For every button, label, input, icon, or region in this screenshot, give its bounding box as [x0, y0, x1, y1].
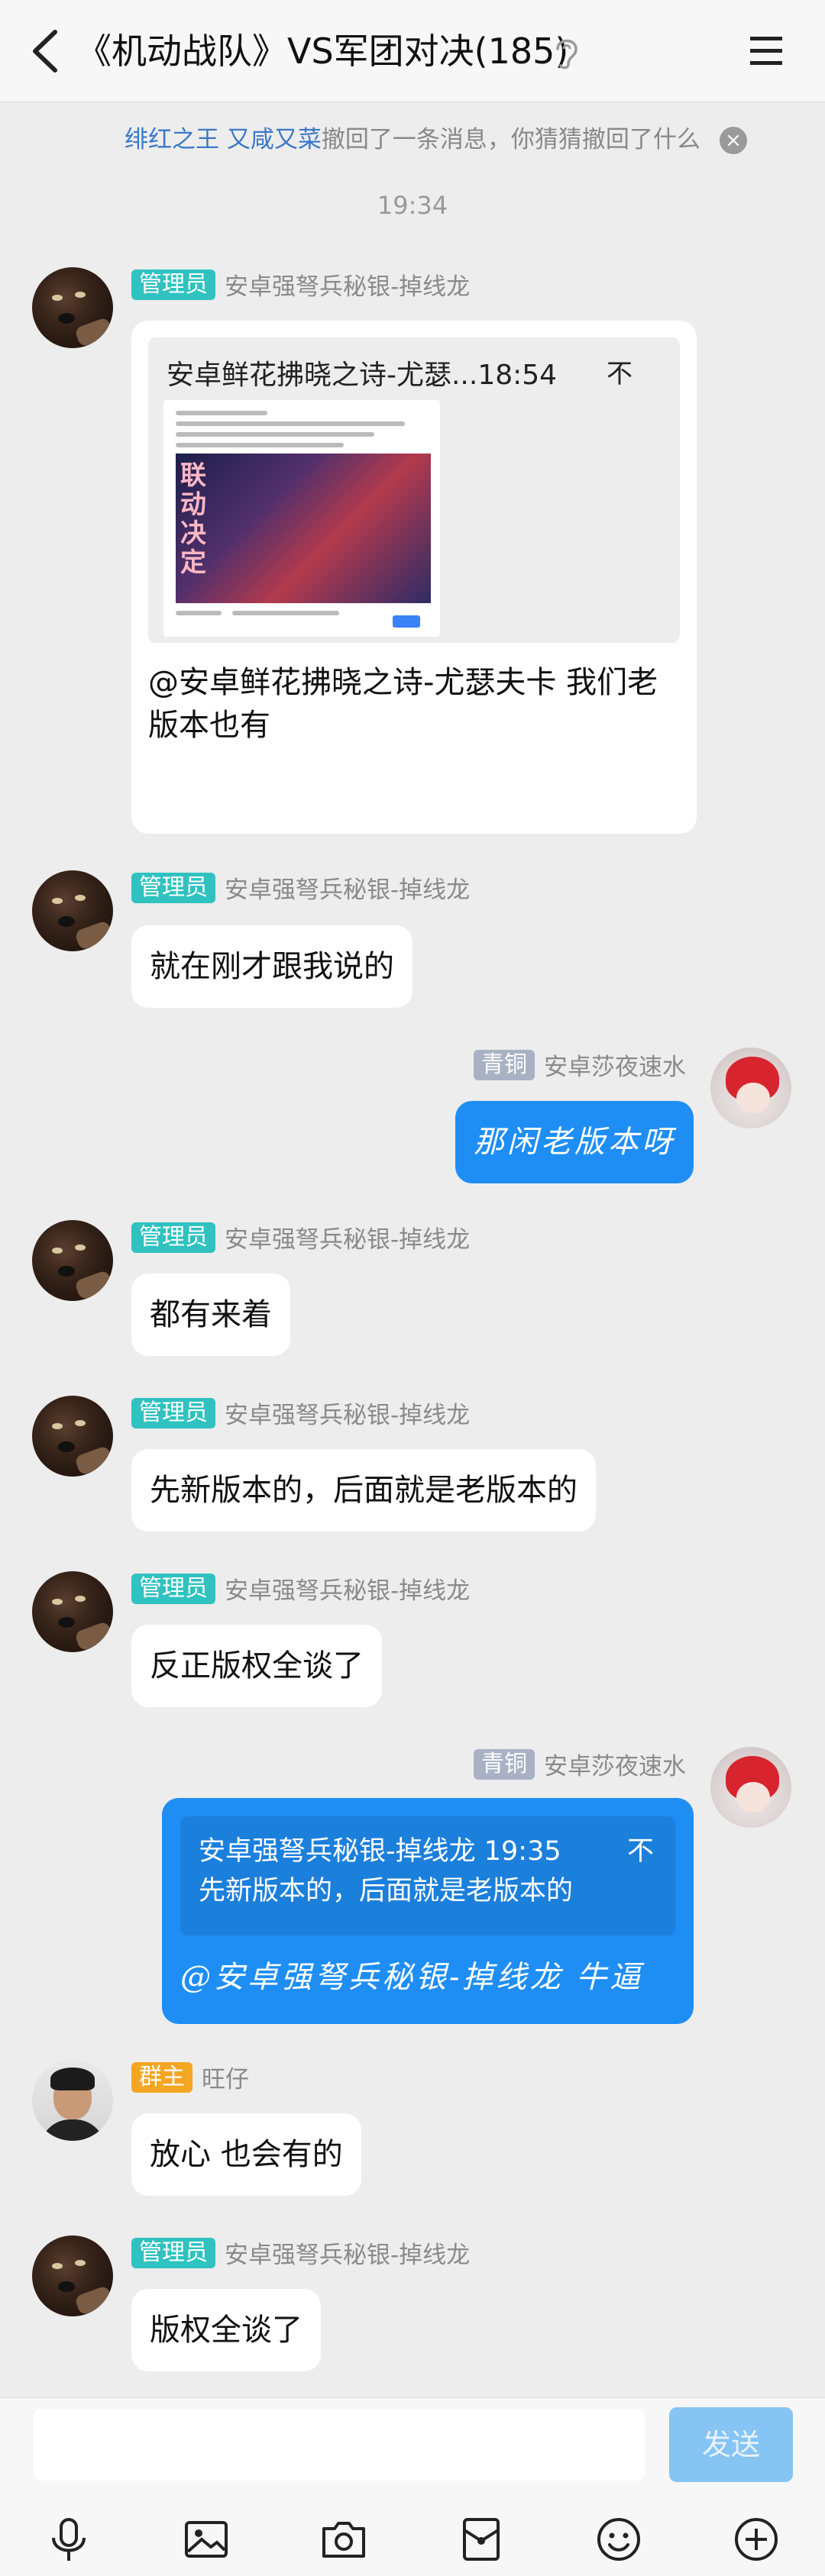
sender-name[interactable]: 安卓强弩兵秘银-掉线龙	[225, 2235, 470, 2270]
notice-user-1[interactable]: 绯红之王	[125, 126, 219, 153]
quoted-tag: 不	[626, 1836, 654, 1867]
message-bubble[interactable]: 版权全谈了	[131, 2289, 321, 2371]
message-meta: 管理员 安卓强弩兵秘银-掉线龙	[131, 1220, 470, 1254]
notice-text: 撤回了一条消息，你猜猜撤回了什么	[321, 126, 700, 153]
role-badge: 青铜	[474, 1049, 535, 1080]
avatar[interactable]	[32, 267, 113, 348]
ear-icon[interactable]	[552, 34, 582, 72]
message-input[interactable]	[34, 2409, 645, 2481]
image-icon[interactable]	[182, 2515, 231, 2564]
sender-name[interactable]: 安卓强弩兵秘银-掉线龙	[225, 267, 470, 302]
role-badge: 管理员	[131, 1397, 215, 1428]
red-packet-icon[interactable]	[457, 2515, 506, 2564]
sender-name[interactable]: 旺仔	[202, 2060, 249, 2094]
role-badge: 青铜	[474, 1748, 535, 1780]
close-icon[interactable]: ×	[720, 127, 747, 154]
avatar[interactable]	[32, 1571, 113, 1652]
input-bar: 发送	[0, 2397, 825, 2492]
microphone-icon[interactable]	[44, 2515, 93, 2564]
camera-icon[interactable]	[319, 2515, 368, 2564]
message-meta: 青铜 安卓莎夜速水	[474, 1747, 686, 1781]
message-bubble[interactable]: 那闲老版本呀	[455, 1101, 694, 1183]
message-bubble[interactable]: 都有来着	[131, 1273, 290, 1356]
notice-user-2[interactable]: 又咸又菜	[227, 126, 322, 153]
role-badge: 管理员	[131, 2237, 215, 2268]
avatar[interactable]	[32, 870, 113, 951]
plus-icon[interactable]	[732, 2515, 781, 2564]
avatar[interactable]	[32, 1396, 113, 1477]
recall-notice: 绯红之王 又咸又菜撤回了一条消息，你猜猜撤回了什么 ×	[0, 107, 825, 173]
message-meta: 青铜 安卓莎夜速水	[474, 1048, 686, 1082]
quoted-text: 先新版本的，后面就是老版本的	[199, 1876, 574, 1906]
message-text: @安卓强弩兵秘银-掉线龙 牛逼	[180, 1960, 644, 1995]
message-meta: 管理员 安卓强弩兵秘银-掉线龙	[131, 1571, 470, 1606]
bottom-toolbar	[0, 2492, 825, 2576]
role-badge: 管理员	[131, 269, 215, 300]
timestamp: 19:34	[377, 191, 448, 220]
sender-name[interactable]: 安卓强弩兵秘银-掉线龙	[225, 1571, 470, 1606]
shared-post-tag: 不	[607, 359, 632, 389]
avatar[interactable]	[710, 1747, 791, 1828]
menu-icon[interactable]	[747, 31, 785, 72]
message-bubble[interactable]: 放心 也会有的	[131, 2113, 361, 2196]
message-meta: 管理员 安卓强弩兵秘银-掉线龙	[131, 870, 470, 905]
shared-post-thumbnail: 联动决定	[163, 400, 440, 637]
avatar[interactable]	[32, 2235, 113, 2316]
shared-post-card[interactable]: 安卓鲜花拂晓之诗-尤瑟...18:54 不 联动决定	[148, 337, 680, 643]
role-badge: 管理员	[131, 1222, 215, 1253]
role-badge: 管理员	[131, 872, 215, 903]
message-meta: 管理员 安卓强弩兵秘银-掉线龙	[131, 267, 470, 302]
sender-name[interactable]: 安卓莎夜速水	[544, 1048, 686, 1082]
message-meta: 管理员 安卓强弩兵秘银-掉线龙	[131, 1396, 470, 1430]
avatar[interactable]	[710, 1048, 791, 1128]
message-bubble[interactable]: 反正版权全谈了	[131, 1625, 382, 1707]
quoted-message[interactable]: 安卓强弩兵秘银-掉线龙 19:35 不 先新版本的，后面就是老版本的	[180, 1816, 675, 1935]
sender-name[interactable]: 安卓强弩兵秘银-掉线龙	[225, 1220, 470, 1254]
sender-name[interactable]: 安卓强弩兵秘银-掉线龙	[225, 1396, 470, 1430]
message-bubble[interactable]: 安卓鲜花拂晓之诗-尤瑟...18:54 不 联动决定 @安卓鲜花拂晓之诗-尤瑟夫…	[131, 321, 697, 834]
top-bar: 《机动战队》VS军团对决(185)	[0, 0, 825, 102]
message-bubble[interactable]: 就在刚才跟我说的	[131, 925, 412, 1008]
poster-text: 联动决定	[180, 460, 206, 578]
emoji-icon[interactable]	[594, 2515, 643, 2564]
sender-name[interactable]: 安卓莎夜速水	[544, 1747, 686, 1781]
shared-post-title: 安卓鲜花拂晓之诗-尤瑟...18:54	[167, 360, 558, 391]
message-meta: 管理员 安卓强弩兵秘银-掉线龙	[131, 2235, 470, 2270]
sender-name[interactable]: 安卓强弩兵秘银-掉线龙	[225, 870, 470, 905]
quoted-header: 安卓强弩兵秘银-掉线龙 19:35	[199, 1836, 561, 1867]
chat-title: 《机动战队》VS军团对决(185)	[76, 31, 569, 72]
message-text: @安卓鲜花拂晓之诗-尤瑟夫卡 我们老版本也有	[148, 665, 658, 743]
message-bubble[interactable]: 先新版本的，后面就是老版本的	[131, 1449, 596, 1532]
message-meta: 群主 旺仔	[131, 2060, 249, 2094]
avatar[interactable]	[32, 1220, 113, 1301]
send-button[interactable]: 发送	[669, 2407, 793, 2482]
avatar[interactable]	[32, 2060, 113, 2141]
back-arrow-icon[interactable]	[21, 24, 67, 78]
role-badge: 群主	[131, 2061, 192, 2093]
role-badge: 管理员	[131, 1573, 215, 1604]
message-bubble[interactable]: 安卓强弩兵秘银-掉线龙 19:35 不 先新版本的，后面就是老版本的 @安卓强弩…	[162, 1798, 694, 2024]
